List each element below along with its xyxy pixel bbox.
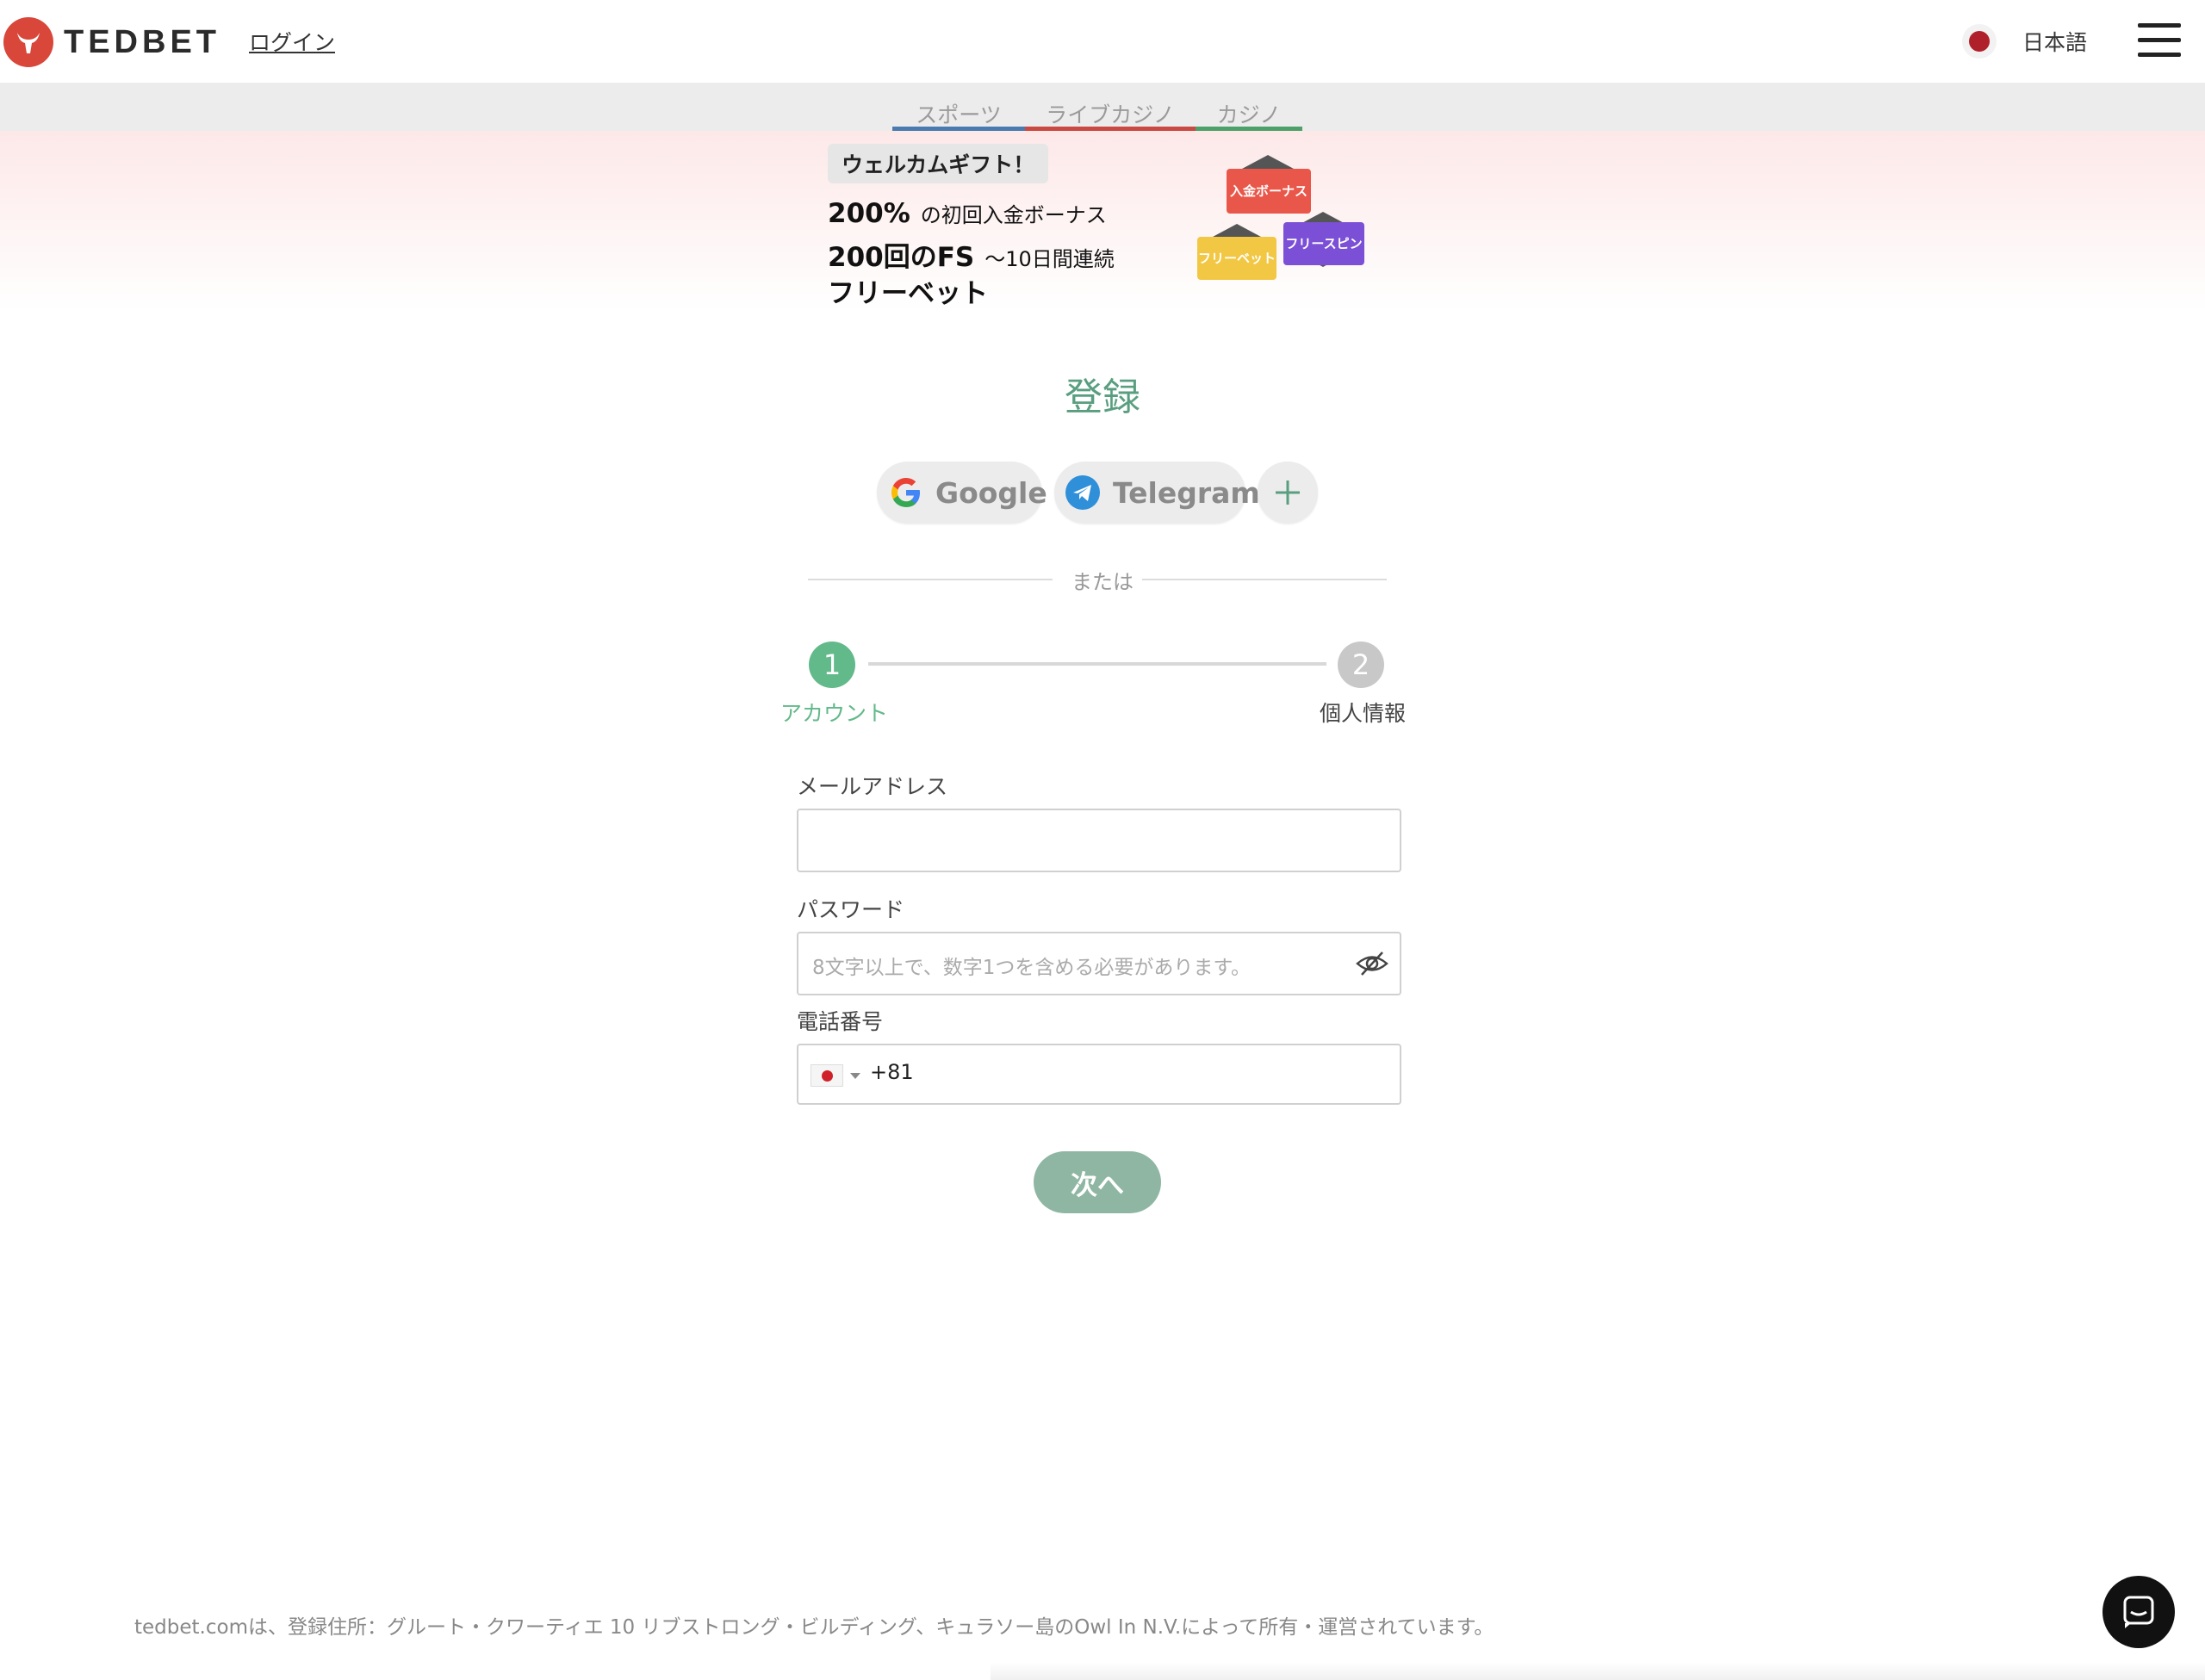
tab-live-casino-label: ライブカジノ bbox=[1046, 102, 1175, 127]
bull-logo-icon bbox=[3, 17, 53, 67]
telegram-label: Telegram bbox=[1113, 475, 1260, 510]
chat-icon bbox=[2121, 1594, 2157, 1630]
stepper-line bbox=[868, 662, 1326, 666]
promo-freespins-text: 〜10日間連続 bbox=[984, 247, 1115, 271]
more-signup-options-button[interactable] bbox=[1258, 462, 1318, 524]
freebet-tile: フリーベット bbox=[1197, 237, 1276, 280]
site-header: TEDBET ログイン 日本語 bbox=[0, 0, 2205, 84]
live-chat-button[interactable] bbox=[2103, 1576, 2175, 1648]
country-code-selector[interactable] bbox=[811, 1064, 860, 1087]
tab-casino-label: カジノ bbox=[1216, 102, 1282, 127]
google-icon bbox=[887, 474, 925, 511]
footer-legal-text: tedbet.comは、登録住所：グルート・クワーティエ 10 リブストロング・… bbox=[134, 1616, 1494, 1639]
step-1-indicator: 1 bbox=[809, 642, 855, 688]
category-nav: スポーツ ライブカジノ カジノ bbox=[0, 83, 2205, 131]
email-label: メールアドレス bbox=[797, 774, 948, 799]
language-selector[interactable]: 日本語 bbox=[1962, 24, 2087, 59]
login-link[interactable]: ログイン bbox=[249, 26, 335, 57]
register-title: 登録 bbox=[1065, 375, 1140, 419]
language-label: 日本語 bbox=[2022, 30, 2088, 55]
promo-line-deposit: 200% の初回入金ボーナス bbox=[828, 198, 1107, 229]
promo-line-freebet: フリーベット bbox=[828, 271, 988, 310]
hamburger-menu-icon[interactable] bbox=[2138, 22, 2183, 59]
freespin-tile: フリースピン bbox=[1283, 222, 1364, 265]
step-1-label: アカウント bbox=[780, 701, 889, 726]
promo-deposit-percent: 200% bbox=[828, 198, 910, 229]
google-label: Google bbox=[935, 475, 1047, 510]
eye-hidden-icon[interactable] bbox=[1355, 949, 1389, 978]
email-field[interactable] bbox=[797, 809, 1401, 872]
promo-deposit-text: の初回入金ボーナス bbox=[920, 203, 1107, 227]
phone-country-code: +81 bbox=[870, 1060, 914, 1084]
password-placeholder: 8文字以上で、数字1つを含める必要があります。 bbox=[812, 957, 1252, 979]
promo-freespins-count: 200回のFS bbox=[828, 242, 975, 273]
next-button[interactable]: 次へ bbox=[1034, 1151, 1161, 1213]
bottom-shade bbox=[991, 1662, 2205, 1680]
plus-icon bbox=[1273, 478, 1302, 507]
telegram-icon bbox=[1065, 474, 1101, 511]
step-2-label: 個人情報 bbox=[1320, 701, 1407, 726]
tab-sports-label: スポーツ bbox=[916, 102, 1002, 127]
japan-flag-icon bbox=[1962, 24, 1997, 59]
chevron-down-icon bbox=[850, 1072, 860, 1079]
password-label: パスワード bbox=[797, 897, 905, 922]
phone-field[interactable]: +81 bbox=[797, 1044, 1401, 1105]
welcome-gift-badge: ウェルカムギフト！ bbox=[828, 144, 1049, 183]
or-divider-text: または bbox=[1071, 570, 1134, 594]
brand-name: TEDBET bbox=[64, 23, 220, 60]
deposit-bonus-tile: 入金ボーナス bbox=[1227, 169, 1311, 214]
promo-freebet-text: フリーベット bbox=[828, 278, 988, 309]
google-signup-button[interactable]: Google bbox=[877, 462, 1047, 524]
tab-live-casino[interactable]: ライブカジノ bbox=[1025, 98, 1196, 131]
telegram-signup-button[interactable]: Telegram bbox=[1054, 462, 1260, 524]
tab-casino[interactable]: カジノ bbox=[1196, 98, 1302, 131]
password-field[interactable]: 8文字以上で、数字1つを含める必要があります。 bbox=[797, 932, 1401, 995]
tab-sports[interactable]: スポーツ bbox=[892, 98, 1025, 131]
bonus-illustration: 入金ボーナス フリーベット フリースピン bbox=[1189, 153, 1378, 300]
promo-line-freespins: 200回のFS 〜10日間連続 bbox=[828, 235, 1115, 274]
phone-label: 電話番号 bbox=[797, 1009, 884, 1034]
step-2-indicator: 2 bbox=[1338, 642, 1384, 688]
brand-logo[interactable]: TEDBET bbox=[3, 17, 220, 67]
japan-flag-icon bbox=[811, 1064, 843, 1087]
